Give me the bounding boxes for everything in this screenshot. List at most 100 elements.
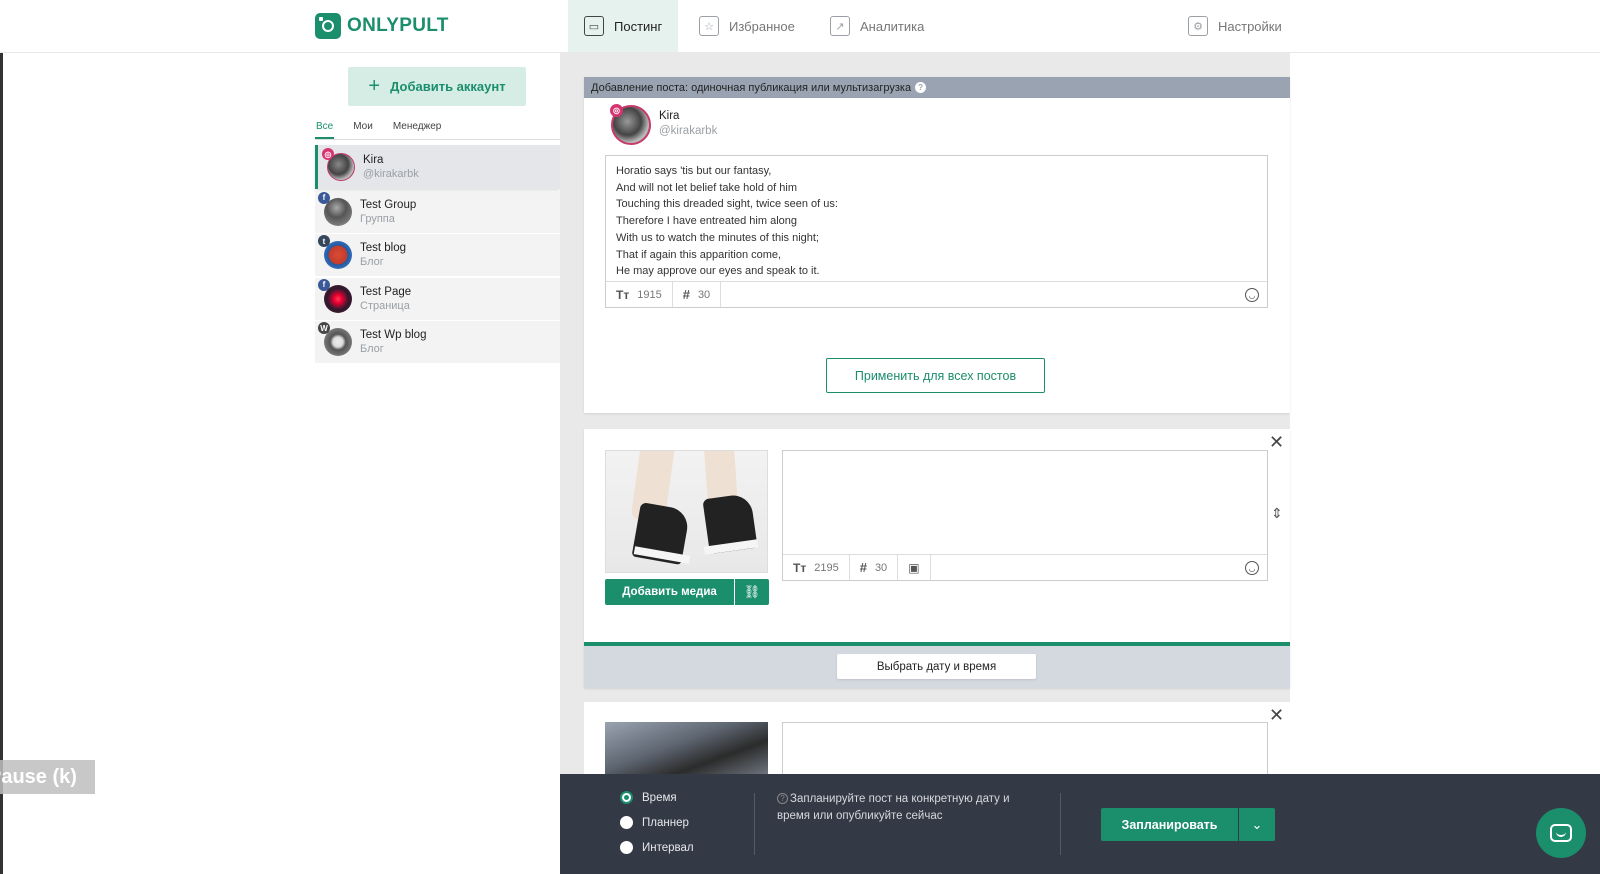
account-item-kira[interactable]: ◎ Kira @kirakarbk — [315, 145, 560, 189]
filter-tab-all[interactable]: Все — [315, 118, 335, 139]
pause-overlay-text: Pause (k) — [0, 765, 77, 788]
logo-text: ONLYPULT — [347, 15, 449, 36]
account-sub: Блог — [360, 343, 384, 355]
nav-posting-label: Постинг — [614, 18, 663, 34]
nav-favorites[interactable]: ☆ Избранное — [683, 0, 811, 52]
add-account-button[interactable]: + Добавить аккаунт — [348, 67, 526, 106]
post-editor-header: Добавление поста: одиночная публикация и… — [584, 77, 1290, 98]
wordpress-icon: W — [318, 322, 330, 334]
top-header: ONLYPULT ▭ Постинг ☆ Избранное ↗ Аналити… — [0, 0, 1600, 53]
option-time[interactable]: Время — [620, 791, 677, 804]
close-icon[interactable]: ✕ — [1269, 706, 1284, 724]
help-icon[interactable]: ? — [915, 82, 927, 93]
emoji-icon[interactable]: ◡ — [1245, 561, 1259, 575]
text-line: He may approve our eyes and speak to it. — [616, 265, 820, 278]
facebook-icon: f — [318, 191, 330, 204]
nav-favorites-label: Избранное — [729, 18, 795, 34]
text-size-icon: Tт — [793, 560, 807, 575]
date-strip: Выбрать дату и время — [584, 646, 1290, 688]
nav-settings[interactable]: ⚙ Настройки — [1172, 0, 1298, 52]
link-icon[interactable]: ⛓ — [735, 579, 769, 605]
divider — [1060, 793, 1061, 855]
hashtag-counter: #30 — [850, 555, 899, 580]
post-image-sneakers — [605, 450, 768, 573]
account-item-test-page[interactable]: f Test Page Страница — [315, 277, 560, 320]
close-icon[interactable]: ✕ — [1269, 433, 1284, 451]
avatar: ◎ — [610, 104, 651, 145]
post-text[interactable]: Horatio says 'tis but our fantasy, And w… — [606, 156, 1267, 287]
nav-settings-label: Настройки — [1218, 18, 1282, 34]
hashtag-count: 30 — [697, 288, 711, 301]
schedule-button[interactable]: Запланировать — [1101, 808, 1238, 841]
attach-image-icon[interactable]: ▣ — [898, 555, 931, 580]
char-counter: Tт 1915 — [606, 282, 673, 307]
account-item-test-blog[interactable]: t Test blog Блог — [315, 234, 560, 276]
char-count: 2195 — [814, 561, 839, 574]
nav-analytics[interactable]: ↗ Аналитика — [814, 0, 940, 52]
filter-tab-manager[interactable]: Менеджер — [392, 118, 443, 139]
schedule-hint-text: Запланируйте пост на конкретную дату и в… — [777, 793, 1010, 822]
instagram-icon: ◎ — [322, 148, 334, 160]
star-icon: ☆ — [699, 16, 719, 36]
plus-icon: + — [368, 75, 381, 97]
post-account-name: Kira — [659, 110, 680, 122]
nav-analytics-label: Аналитика — [860, 18, 925, 34]
avatar: t — [318, 235, 352, 269]
add-account-label: Добавить аккаунт — [390, 79, 506, 94]
resize-handle-icon[interactable]: ⇕ — [1271, 505, 1283, 522]
instagram-icon: ◎ — [610, 104, 623, 117]
option-interval[interactable]: Интервал — [620, 841, 694, 854]
avatar: f — [318, 191, 352, 226]
filter-tab-mine[interactable]: Мои — [352, 118, 374, 139]
post-account-handle: @kirakarbk — [659, 125, 718, 137]
post-item-card: ✕ Добавить медиа ⛓ Tт 2195 #30 ▣ ◡ ⇕ Выбр… — [584, 429, 1290, 688]
emoji-icon[interactable]: ◡ — [1245, 288, 1259, 302]
post-editor-title: Добавление поста: одиночная публикация и… — [591, 81, 912, 94]
nav-posting[interactable]: ▭ Постинг — [568, 0, 679, 52]
post-text-editor[interactable]: Horatio says 'tis but our fantasy, And w… — [605, 155, 1268, 308]
logo[interactable]: ONLYPULT — [315, 13, 449, 39]
hashtag-icon: # — [859, 560, 867, 575]
divider — [754, 793, 755, 855]
option-time-label: Время — [642, 791, 677, 804]
pick-datetime-button[interactable]: Выбрать дату и время — [837, 654, 1036, 679]
avatar: f — [318, 278, 352, 313]
chat-support-button[interactable] — [1536, 808, 1586, 858]
account-sub: Страница — [360, 299, 410, 312]
text-line: Touching this dreaded sight, twice seen … — [616, 198, 838, 211]
account-name: Test Group — [360, 198, 417, 211]
post-item-text-editor[interactable] — [782, 722, 1268, 782]
editor-toolbar: Tт 1915 #30 ◡ — [606, 281, 1267, 307]
add-media-button[interactable]: Добавить медиа — [605, 579, 734, 605]
option-planner[interactable]: Планнер — [620, 816, 689, 829]
account-sub: Блог — [360, 256, 384, 268]
radio-planner[interactable] — [620, 816, 633, 829]
account-sub: @kirakarbk — [363, 168, 419, 180]
radio-interval[interactable] — [620, 841, 633, 854]
text-line: Horatio says 'tis but our fantasy, — [616, 165, 772, 177]
schedule-bar: Время Планнер Интервал ? Запланируйте пос… — [560, 774, 1600, 874]
chevron-down-icon[interactable]: ⌄ — [1239, 808, 1275, 841]
image-icon: ▭ — [584, 16, 604, 36]
option-interval-label: Интервал — [642, 841, 694, 854]
apply-all-button[interactable]: Применить для всех постов — [826, 358, 1045, 393]
post-item-text-editor[interactable]: Tт 2195 #30 ▣ ◡ — [782, 450, 1268, 581]
help-icon[interactable]: ? — [777, 793, 788, 804]
radio-time[interactable] — [620, 791, 633, 804]
right-margin — [1290, 53, 1600, 874]
account-name: Test Wp blog — [360, 329, 427, 341]
account-item-test-group[interactable]: f Test Group Группа — [315, 190, 560, 233]
hashtag-counter: #30 — [673, 282, 722, 307]
text-line: Therefore I have entreated him along — [616, 215, 798, 228]
chart-icon: ↗ — [830, 16, 850, 36]
account-name: Test blog — [360, 242, 407, 254]
post-item-card-2: ✕ — [584, 702, 1290, 782]
chat-icon — [1550, 824, 1572, 842]
avatar: W — [318, 322, 352, 356]
tumblr-icon: t — [318, 235, 330, 247]
account-item-test-wp-blog[interactable]: W Test Wp blog Блог — [315, 321, 560, 363]
window-edge — [0, 0, 3, 874]
account-name: Kira — [363, 154, 384, 166]
account-sub: Группа — [360, 212, 395, 225]
avatar: ◎ — [322, 148, 355, 181]
